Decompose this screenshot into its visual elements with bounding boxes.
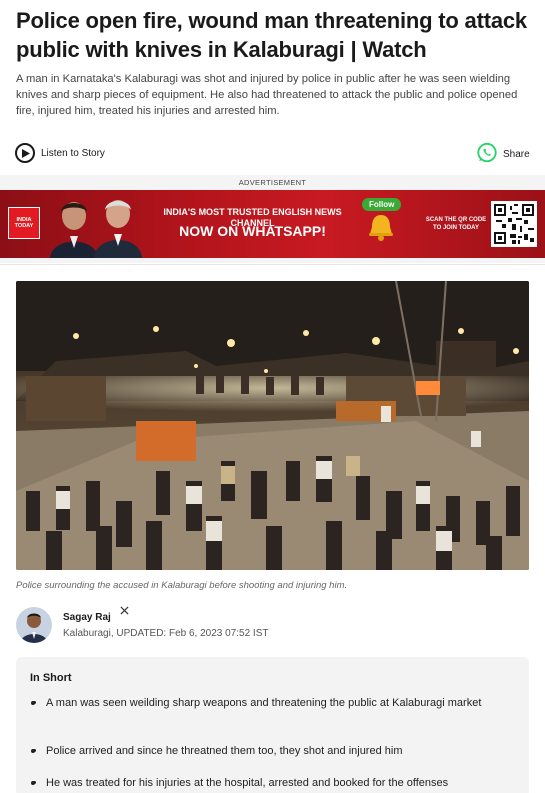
- scan-qr-text: SCAN THE QR CODE TO JOIN TODAY: [425, 217, 487, 231]
- article-image[interactable]: [16, 281, 529, 570]
- list-item: He was treated for his injuries at the h…: [31, 775, 516, 791]
- x-icon[interactable]: [120, 606, 129, 617]
- anchors-image: [50, 200, 142, 258]
- whatsapp-ad-banner[interactable]: INDIA TODAY INDIA'S MOST TRUSTED ENGLISH…: [0, 190, 545, 258]
- bell-icon: [369, 215, 393, 241]
- article-summary: A man in Karnataka's Kalaburagi was shot…: [16, 73, 518, 117]
- in-short-title: In Short: [30, 672, 72, 684]
- list-item: Police arrived and since he threatned th…: [31, 743, 516, 759]
- image-caption: Police surrounding the accused in Kalabu…: [16, 580, 348, 591]
- listen-label: Listen to Story: [41, 147, 105, 159]
- whatsapp-icon: [476, 142, 498, 167]
- listen-to-story-button[interactable]: Listen to Story: [15, 143, 105, 163]
- avatar[interactable]: [16, 607, 52, 643]
- author-avatar-wrap[interactable]: [16, 607, 52, 643]
- in-short-box: [16, 657, 529, 793]
- list-item: A man was seen weilding sharp weapons an…: [31, 695, 516, 711]
- author-name[interactable]: Sagay Raj: [63, 612, 111, 623]
- india-today-logo: INDIA TODAY: [8, 207, 40, 239]
- qr-code: [491, 201, 537, 247]
- street-scene-photo: [16, 281, 529, 570]
- follow-button[interactable]: Follow: [362, 198, 402, 211]
- logo-line-2: TODAY: [14, 223, 34, 229]
- ad-label: ADVERTISEMENT: [238, 178, 307, 187]
- share-label: Share: [503, 149, 530, 160]
- share-button[interactable]: Share: [476, 142, 530, 167]
- article-headline: Police open fire, wound man threatening …: [16, 8, 527, 62]
- section-divider: [0, 264, 545, 265]
- article-dateline: Kalaburagi, UPDATED: Feb 6, 2023 07:52 I…: [63, 628, 269, 639]
- ad-cta: NOW ON WHATSAPP!: [179, 223, 326, 239]
- play-icon: [15, 143, 35, 163]
